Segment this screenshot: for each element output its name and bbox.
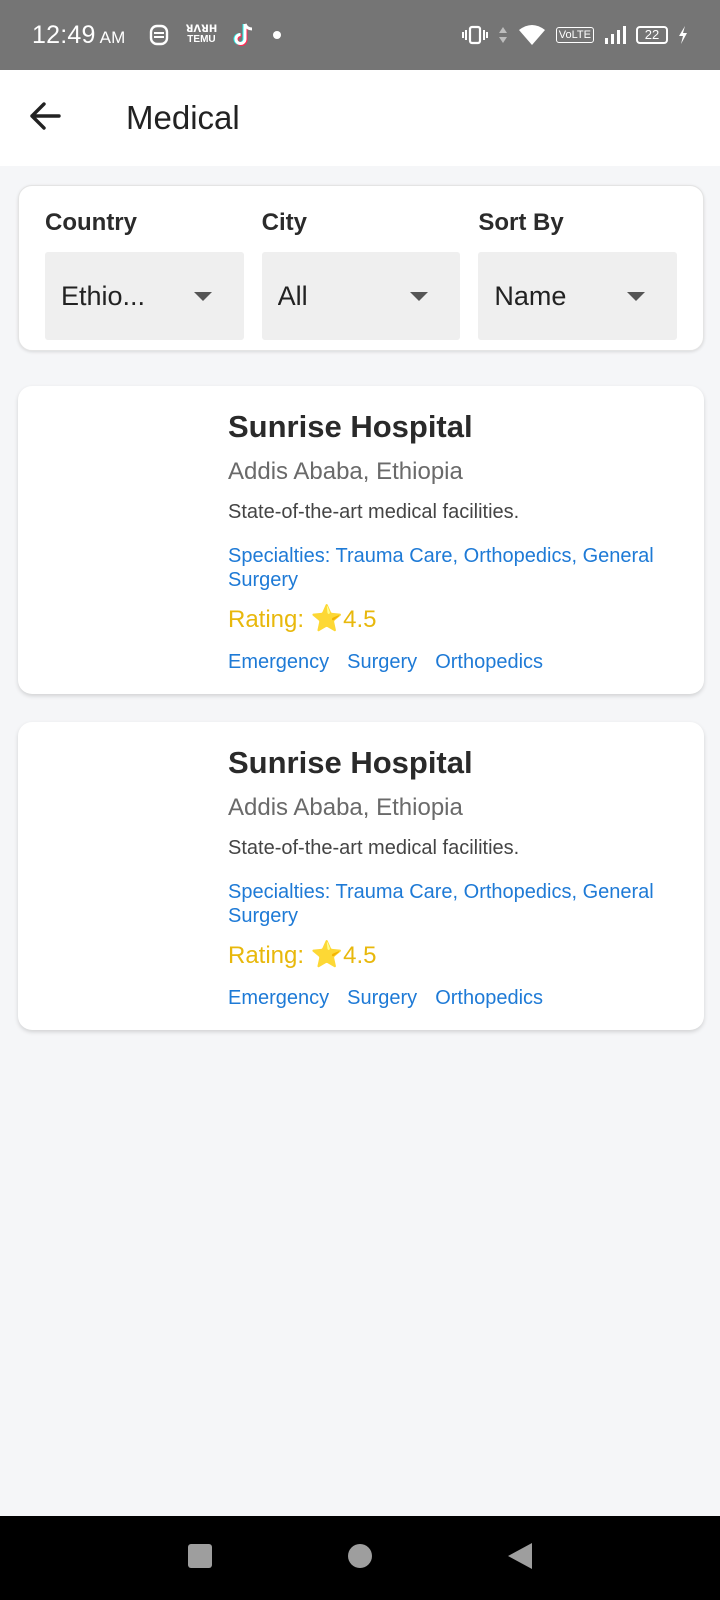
dropdown-caret-icon [410,292,429,301]
hospital-description: State-of-the-art medical facilities. [228,501,520,523]
star-icon: ⭐ [310,603,344,633]
recents-square-icon [186,1542,214,1575]
city-dropdown[interactable]: All [261,252,461,340]
status-ampm: AM [99,27,126,47]
battery-icon: 22 [636,26,668,44]
rating-label: Rating: [228,942,311,969]
hospital-description: State-of-the-art medical facilities. [228,837,520,859]
hospital-rating: Rating: ⭐4.5 [228,938,688,972]
temu-label-bottom: TEMU [187,34,216,45]
home-circle-icon [346,1542,374,1575]
hospital-card-body: Sunrise Hospital Addis Ababa, Ethiopia S… [228,406,688,676]
back-button[interactable] [0,70,90,166]
notification-icons: ꓤꓥꓤꓧ TEMU [149,22,282,48]
back-triangle-icon [506,1541,534,1576]
temu-icon: ꓤꓥꓤꓧ TEMU [186,25,218,45]
city-value: All [277,280,308,311]
sort-label: Sort By [478,209,564,236]
hospital-card[interactable]: Sunrise Hospital Addis Ababa, Ethiopia S… [18,386,704,694]
tag-orthopedics[interactable]: Orthopedics [435,984,543,1012]
city-label: City [261,209,308,236]
navigation-bar [0,1516,720,1600]
recents-button[interactable] [170,1528,230,1588]
tag-emergency[interactable]: Emergency [228,648,329,676]
star-icon: ⭐ [310,939,344,969]
rating-value: 4.5 [343,606,377,633]
vibrate-icon [461,24,488,46]
system-status-icons: VoLTE 22 [461,24,688,46]
hospital-name: Sunrise Hospital [228,745,473,780]
hospital-specialties: Specialties: Trauma Care, Orthopedics, G… [228,545,654,591]
hospital-location: Addis Ababa, Ethiopia [228,794,463,821]
signal-icon [604,25,626,45]
hospital-specialties: Specialties: Trauma Care, Orthopedics, G… [228,881,654,927]
tag-surgery[interactable]: Surgery [347,648,417,676]
hospital-rating: Rating: ⭐4.5 [228,602,688,636]
tag-emergency[interactable]: Emergency [228,984,329,1012]
dropdown-caret-icon [627,292,646,301]
tag-surgery[interactable]: Surgery [347,984,417,1012]
country-value: Ethio... [61,280,146,311]
back-nav-button[interactable] [490,1528,550,1588]
status-time: 12:49 AM [32,21,125,50]
tag-list: Emergency Surgery Orthopedics [228,984,688,1012]
volte-icon: VoLTE [555,27,594,43]
tiktok-icon [233,22,255,48]
country-filter: Country Ethio... [45,206,244,350]
country-dropdown[interactable]: Ethio... [45,252,244,340]
sort-dropdown[interactable]: Name [478,252,678,340]
charging-bolt-icon [678,26,688,44]
hospital-location: Addis Ababa, Ethiopia [228,458,463,485]
hospital-name: Sunrise Hospital [228,409,473,444]
hospital-card[interactable]: Sunrise Hospital Addis Ababa, Ethiopia S… [18,722,704,1030]
filter-card: Country Ethio... City All Sort By Name [18,185,704,351]
status-time-value: 12:49 [32,20,96,49]
country-label: Country [45,209,137,236]
arrow-left-icon [28,101,62,136]
dropdown-caret-icon [193,292,212,301]
tag-list: Emergency Surgery Orthopedics [228,648,688,676]
app-bar: Medical [0,70,720,166]
page-title: Medical [126,99,240,136]
more-notifications-dot-icon [273,31,282,39]
city-filter: City All [261,206,461,350]
tag-orthopedics[interactable]: Orthopedics [435,648,543,676]
sort-filter: Sort By Name [478,206,678,350]
home-button[interactable] [330,1528,390,1588]
rating-value: 4.5 [343,942,377,969]
sort-value: Name [494,280,567,311]
status-bar: 12:49 AM ꓤꓥꓤꓧ TEMU VoLTE 22 [0,0,720,70]
wifi-icon [518,24,546,46]
hospital-card-body: Sunrise Hospital Addis Ababa, Ethiopia S… [228,742,688,1012]
data-arrows-icon [498,25,508,45]
rating-label: Rating: [228,606,311,633]
app-face-icon [149,23,169,47]
